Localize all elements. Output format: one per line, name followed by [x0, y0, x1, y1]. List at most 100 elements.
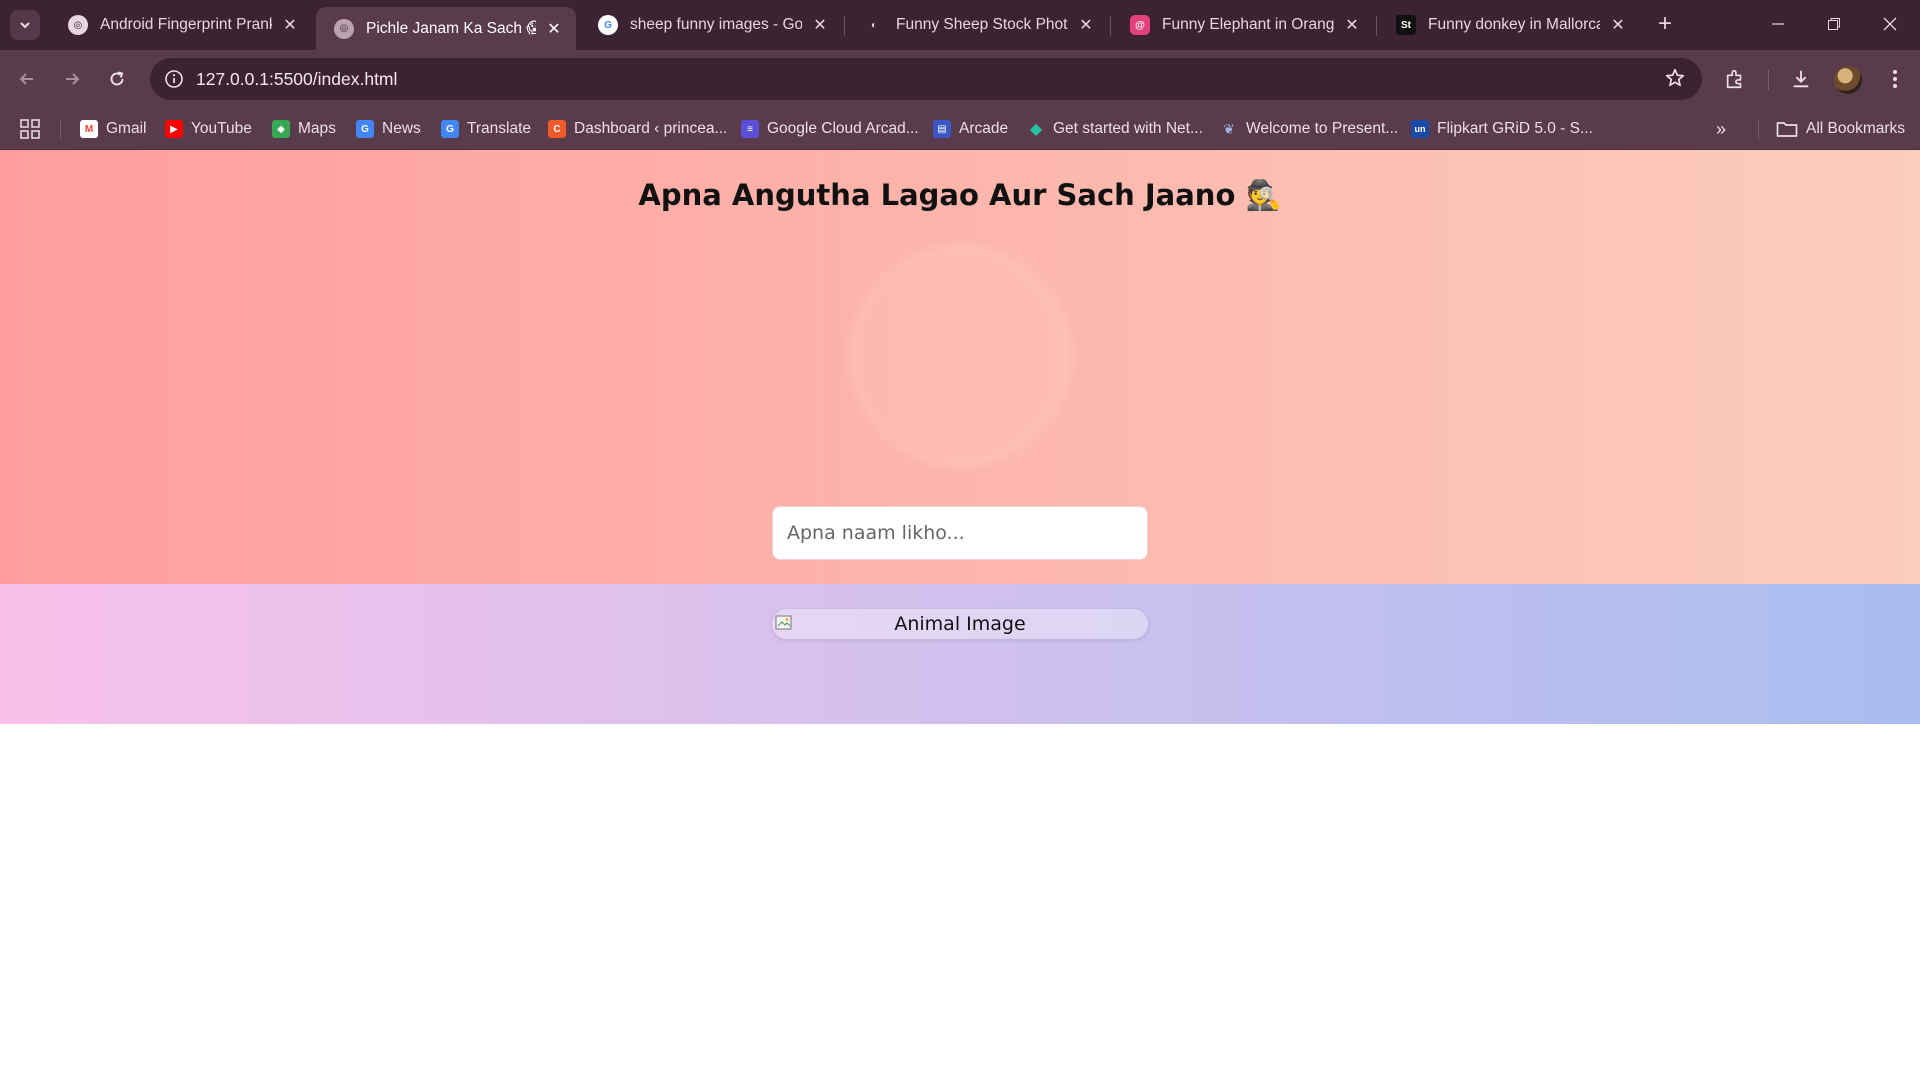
close-icon[interactable]: ✕ [1076, 15, 1096, 35]
bookmark-google-cloud-arcade[interactable]: ≡ Google Cloud Arcad... [741, 108, 919, 150]
bookmark-label: Maps [298, 120, 336, 137]
bookmark-label: Arcade [959, 120, 1009, 137]
close-icon[interactable]: ✕ [810, 15, 830, 35]
extensions-icon[interactable] [1720, 64, 1750, 94]
bookmark-youtube[interactable]: ▶ YouTube [165, 108, 252, 150]
minimize-icon [1772, 23, 1784, 25]
bookmarks-divider [1758, 119, 1759, 139]
tab-title: Android Fingerprint Prank [100, 16, 272, 33]
google-icon: G [598, 15, 618, 35]
stock-icon: ◐ [870, 19, 878, 31]
bookmark-label: Flipkart GRiD 5.0 - S... [1437, 120, 1593, 137]
close-icon [1883, 17, 1897, 31]
st-icon: St [1396, 15, 1416, 35]
cloud-arcade-icon: ≡ [741, 120, 759, 138]
bookmark-label: News [382, 120, 421, 137]
translate-icon: G [441, 120, 459, 138]
name-input[interactable] [772, 506, 1148, 560]
tab-funny-donkey[interactable]: St Funny donkey in Mallorca, ✕ [1378, 7, 1640, 43]
bookmarks-bar: M Gmail ▶ YouTube ◆ Maps G News G Transl… [0, 108, 1920, 150]
bookmark-label: YouTube [191, 120, 252, 137]
tab-funny-sheep-stock-photos[interactable]: ◐ Funny Sheep Stock Photos ✕ [846, 7, 1108, 43]
tab-strip: ◎ Android Fingerprint Prank ✕ ◎ Pichle J… [0, 0, 1920, 50]
close-icon[interactable]: ✕ [1342, 15, 1362, 35]
tab-search-button[interactable] [10, 10, 40, 40]
restore-icon [1828, 18, 1840, 30]
dashboard-icon: C [548, 120, 566, 138]
browser-toolbar: 127.0.0.1:5500/index.html [0, 50, 1920, 108]
minimize-button[interactable] [1750, 0, 1806, 48]
reload-icon [110, 71, 124, 86]
tab-pichle-janam-ka-sach[interactable]: ◎ Pichle Janam Ka Sach 😱 ✕ [316, 7, 576, 50]
tab-title: Funny Sheep Stock Photos [896, 16, 1068, 33]
bookmark-arcade[interactable]: ▤ Arcade [933, 108, 1008, 150]
tab-divider [1376, 16, 1377, 36]
globe-icon: ◎ [68, 15, 88, 35]
back-button[interactable] [10, 62, 44, 96]
close-icon[interactable]: ✕ [1608, 15, 1628, 35]
restore-button[interactable] [1806, 0, 1862, 48]
bookmark-maps[interactable]: ◆ Maps [272, 108, 336, 150]
tab-title: Funny Elephant in Orange [1162, 16, 1334, 33]
site-info-icon[interactable] [162, 67, 186, 91]
reload-button[interactable] [100, 62, 134, 96]
page-content: Apna Angutha Lagao Aur Sach Jaano 🕵️ Ani… [0, 150, 1920, 1080]
arrow-left-icon [19, 73, 33, 85]
close-window-button[interactable] [1862, 0, 1918, 48]
bookmark-netlify[interactable]: ◆ Get started with Net... [1027, 108, 1203, 150]
tab-divider [1110, 16, 1111, 36]
fingerprint-scanner[interactable] [840, 236, 1080, 476]
unstop-icon: un [1411, 120, 1429, 138]
pink-swirl-icon: @ [1130, 15, 1150, 35]
tab-title: Pichle Janam Ka Sach 😱 [366, 20, 536, 37]
url-text: 127.0.0.1:5500/index.html [196, 69, 398, 89]
forward-button[interactable] [55, 62, 89, 96]
netlify-icon: ◆ [1029, 121, 1043, 138]
chevron-down-icon [20, 22, 30, 29]
apps-grid-icon[interactable] [20, 119, 42, 141]
tab-title: Funny donkey in Mallorca, [1428, 16, 1600, 33]
bookmark-label: Get started with Net... [1053, 120, 1203, 137]
bookmark-label: Welcome to Present... [1246, 120, 1399, 137]
all-bookmarks-button[interactable]: All Bookmarks [1776, 108, 1905, 150]
toolbar-divider [1768, 70, 1769, 90]
animal-image-alt-text: Animal Image [894, 613, 1026, 635]
tab-android-fingerprint-prank[interactable]: ◎ Android Fingerprint Prank ✕ [50, 7, 312, 43]
globe-icon: ◎ [334, 18, 354, 39]
all-bookmarks-label: All Bookmarks [1806, 120, 1906, 137]
present-icon: ❦ [1223, 120, 1235, 137]
star-icon[interactable] [1664, 67, 1686, 94]
hero-section: Apna Angutha Lagao Aur Sach Jaano 🕵️ [0, 150, 1920, 584]
page-title: Apna Angutha Lagao Aur Sach Jaano 🕵️ [638, 178, 1282, 212]
close-icon[interactable]: ✕ [280, 15, 300, 35]
bookmark-label: Gmail [106, 120, 147, 137]
tab-divider [844, 16, 845, 36]
animal-image: Animal Image [772, 609, 1148, 639]
bookmark-label: Google Cloud Arcad... [767, 120, 919, 137]
tab-title: sheep funny images - Goo [630, 16, 802, 33]
result-section: Animal Image [0, 584, 1920, 724]
profile-avatar[interactable] [1834, 66, 1862, 94]
folder-icon [1776, 122, 1798, 137]
bookmark-label: Dashboard ‹ princea... [574, 120, 728, 137]
bookmark-present[interactable]: ❦ Welcome to Present... [1220, 108, 1398, 150]
broken-image-icon [775, 615, 792, 630]
more-bookmarks-chevron-icon[interactable]: » [1716, 108, 1726, 150]
tab-funny-elephant[interactable]: @ Funny Elephant in Orange ✕ [1112, 7, 1374, 43]
close-icon[interactable]: ✕ [544, 19, 564, 39]
bookmark-dashboard[interactable]: C Dashboard ‹ princea... [548, 108, 727, 150]
arcade-icon: ▤ [933, 120, 951, 138]
tab-sheep-funny-images[interactable]: G sheep funny images - Goo ✕ [580, 7, 842, 43]
address-bar[interactable]: 127.0.0.1:5500/index.html [150, 58, 1702, 100]
bookmark-translate[interactable]: G Translate [441, 108, 531, 150]
news-icon: G [356, 120, 374, 138]
download-icon[interactable] [1786, 64, 1816, 94]
arrow-right-icon [66, 73, 80, 85]
bookmarks-divider [60, 119, 61, 139]
more-menu-icon[interactable] [1880, 64, 1910, 94]
bookmark-news[interactable]: G News [356, 108, 421, 150]
bookmark-gmail[interactable]: M Gmail [80, 108, 146, 150]
new-tab-button[interactable]: + [1652, 12, 1678, 38]
bookmark-label: Translate [467, 120, 532, 137]
bookmark-flipkart-grid[interactable]: un Flipkart GRiD 5.0 - S... [1411, 108, 1593, 150]
